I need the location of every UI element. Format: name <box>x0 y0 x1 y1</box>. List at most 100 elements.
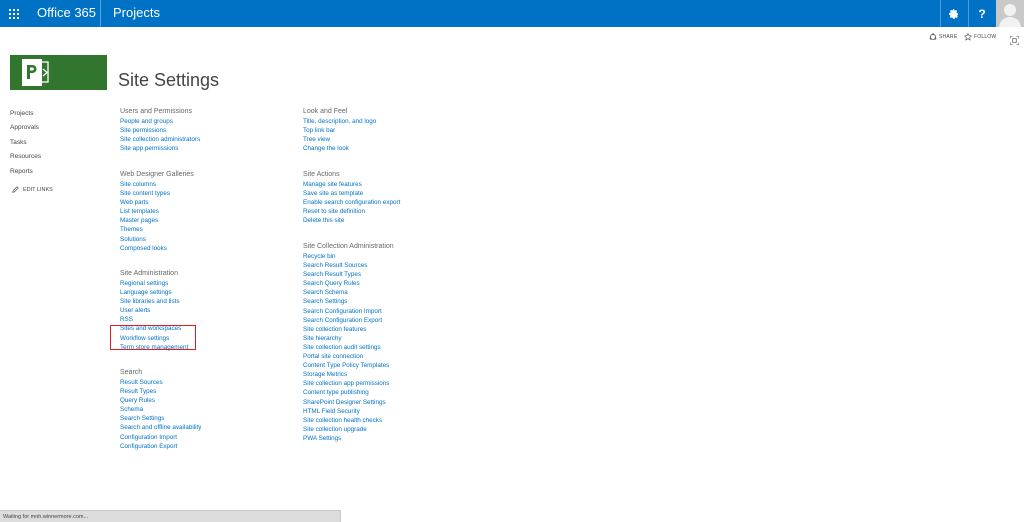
app-launcher-icon <box>8 8 19 19</box>
focus-mode-icon <box>1009 35 1020 46</box>
link-solutions[interactable]: Solutions <box>120 235 300 244</box>
link-search-result-sources[interactable]: Search Result Sources <box>303 261 483 270</box>
link-regional-settings[interactable]: Regional settings <box>120 279 300 288</box>
link-site-collection-upgrade[interactable]: Site collection upgrade <box>303 425 483 434</box>
link-site-content-types[interactable]: Site content types <box>120 189 300 198</box>
section-look-and-feel: Look and Feel Title, description, and lo… <box>303 106 483 153</box>
link-reset-to-site-definition[interactable]: Reset to site definition <box>303 207 483 216</box>
link-site-collection-health-checks[interactable]: Site collection health checks <box>303 416 483 425</box>
link-sharepoint-designer-settings[interactable]: SharePoint Designer Settings <box>303 398 483 407</box>
nav-item-tasks[interactable]: Tasks <box>10 136 110 150</box>
link-search-configuration-export[interactable]: Search Configuration Export <box>303 316 483 325</box>
settings-button[interactable] <box>940 0 968 27</box>
link-result-types[interactable]: Result Types <box>120 387 300 396</box>
section-users-permissions: Users and Permissions People and groups … <box>120 106 300 153</box>
link-site-libraries-and-lists[interactable]: Site libraries and lists <box>120 297 300 306</box>
link-manage-site-features[interactable]: Manage site features <box>303 180 483 189</box>
share-button[interactable]: SHARE <box>929 33 957 41</box>
link-result-sources[interactable]: Result Sources <box>120 378 300 387</box>
section-site-administration: Site Administration Regional settings La… <box>120 268 300 352</box>
section-search: Search Result Sources Result Types Query… <box>120 367 300 451</box>
site-logo[interactable] <box>10 55 107 90</box>
link-schema[interactable]: Schema <box>120 405 300 414</box>
link-site-hierarchy[interactable]: Site hierarchy <box>303 334 483 343</box>
help-icon: ? <box>978 6 986 21</box>
nav-item-resources[interactable]: Resources <box>10 150 110 164</box>
link-search-configuration-import[interactable]: Search Configuration Import <box>303 307 483 316</box>
link-site-collection-app-permissions[interactable]: Site collection app permissions <box>303 379 483 388</box>
link-search-query-rules[interactable]: Search Query Rules <box>303 279 483 288</box>
link-search-settings[interactable]: Search Settings <box>120 414 300 423</box>
link-site-app-permissions[interactable]: Site app permissions <box>120 144 300 153</box>
link-web-parts[interactable]: Web parts <box>120 198 300 207</box>
section-title: Site Administration <box>120 270 178 277</box>
user-silhouette-icon <box>996 0 1024 27</box>
quick-launch-nav: Projects Approvals Tasks Resources Repor… <box>10 107 110 179</box>
office365-brand-link[interactable]: Office 365 <box>37 5 96 21</box>
link-language-settings[interactable]: Language settings <box>120 288 300 297</box>
section-title: Look and Feel <box>303 108 348 115</box>
link-title-description-logo[interactable]: Title, description, and logo <box>303 117 483 126</box>
link-workflow-settings[interactable]: Workflow settings <box>120 334 300 343</box>
link-change-the-look[interactable]: Change the look <box>303 144 483 153</box>
link-themes[interactable]: Themes <box>120 225 300 234</box>
focus-mode-button[interactable] <box>1009 32 1020 46</box>
link-pwa-settings[interactable]: PWA Settings <box>303 434 483 443</box>
link-recycle-bin[interactable]: Recycle bin <box>303 252 483 261</box>
section-site-collection-administration: Site Collection Administration Recycle b… <box>303 241 483 443</box>
link-site-collection-audit-settings[interactable]: Site collection audit settings <box>303 343 483 352</box>
link-search-schema[interactable]: Search Schema <box>303 288 483 297</box>
link-search-settings-collection[interactable]: Search Settings <box>303 297 483 306</box>
follow-label: FOLLOW <box>974 34 997 40</box>
nav-item-approvals[interactable]: Approvals <box>10 121 110 135</box>
gear-icon <box>949 8 959 19</box>
share-icon <box>929 33 937 41</box>
link-configuration-export[interactable]: Configuration Export <box>120 442 300 451</box>
link-search-result-types[interactable]: Search Result Types <box>303 270 483 279</box>
link-content-type-publishing[interactable]: Content type publishing <box>303 388 483 397</box>
link-site-collection-administrators[interactable]: Site collection administrators <box>120 135 300 144</box>
link-master-pages[interactable]: Master pages <box>120 216 300 225</box>
section-title: Site Actions <box>303 171 340 178</box>
star-icon <box>964 33 972 41</box>
link-term-store-management[interactable]: Term store management <box>120 343 300 352</box>
share-label: SHARE <box>939 34 958 40</box>
link-site-columns[interactable]: Site columns <box>120 180 300 189</box>
section-title: Search <box>120 369 143 376</box>
app-title-link[interactable]: Projects <box>113 5 160 21</box>
link-list-templates[interactable]: List templates <box>120 207 300 216</box>
browser-status-bar: Waiting for mnh.winnermore.com... <box>0 510 341 522</box>
section-title: Site Collection Administration <box>303 243 394 250</box>
link-rss[interactable]: RSS <box>120 315 300 324</box>
suite-bar: Office 365 Projects ? <box>0 0 1024 27</box>
nav-item-projects[interactable]: Projects <box>10 107 110 121</box>
link-content-type-policy-templates[interactable]: Content Type Policy Templates <box>303 361 483 370</box>
avatar[interactable] <box>996 0 1024 27</box>
link-save-site-as-template[interactable]: Save site as template <box>303 189 483 198</box>
link-search-offline-availability[interactable]: Search and offline availability <box>120 423 300 432</box>
link-sites-and-workspaces[interactable]: Sites and workspaces <box>120 324 300 333</box>
link-configuration-import[interactable]: Configuration Import <box>120 433 300 442</box>
section-web-designer-galleries: Web Designer Galleries Site columns Site… <box>120 169 300 253</box>
link-delete-this-site[interactable]: Delete this site <box>303 216 483 225</box>
help-button[interactable]: ? <box>968 0 996 27</box>
project-logo-icon <box>10 55 107 90</box>
link-site-permissions[interactable]: Site permissions <box>120 126 300 135</box>
link-site-collection-features[interactable]: Site collection features <box>303 325 483 334</box>
edit-links-button[interactable]: EDIT LINKS <box>12 186 53 193</box>
link-html-field-security[interactable]: HTML Field Security <box>303 407 483 416</box>
link-enable-search-config-export[interactable]: Enable search configuration export <box>303 198 483 207</box>
nav-item-reports[interactable]: Reports <box>10 165 110 179</box>
link-storage-metrics[interactable]: Storage Metrics <box>303 370 483 379</box>
link-top-link-bar[interactable]: Top link bar <box>303 126 483 135</box>
link-portal-site-connection[interactable]: Portal site connection <box>303 352 483 361</box>
link-tree-view[interactable]: Tree view <box>303 135 483 144</box>
link-composed-looks[interactable]: Composed looks <box>120 244 300 253</box>
section-title: Web Designer Galleries <box>120 171 194 178</box>
action-bar: SHARE FOLLOW <box>0 27 1024 47</box>
follow-button[interactable]: FOLLOW <box>964 33 996 41</box>
link-query-rules[interactable]: Query Rules <box>120 396 300 405</box>
app-launcher-button[interactable] <box>0 0 27 27</box>
link-user-alerts[interactable]: User alerts <box>120 306 300 315</box>
link-people-and-groups[interactable]: People and groups <box>120 117 300 126</box>
